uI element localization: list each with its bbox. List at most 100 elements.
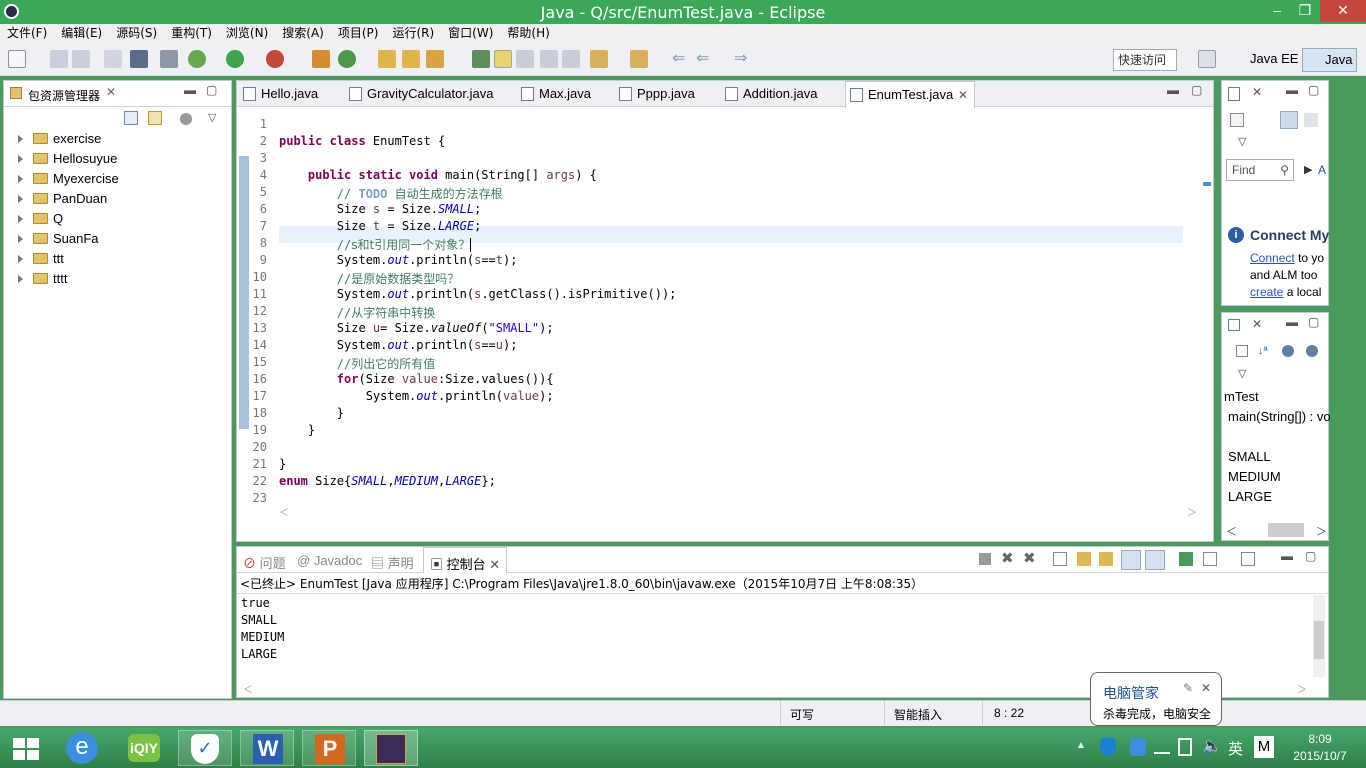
new-task-icon[interactable] bbox=[1230, 113, 1244, 127]
minimize-view-icon[interactable]: ▬ bbox=[1286, 83, 1298, 97]
view-menu-chevron-down-icon[interactable]: ▽ bbox=[1238, 135, 1246, 148]
tree-item-q[interactable]: Q bbox=[18, 209, 63, 229]
tree-item-myexercise[interactable]: Myexercise bbox=[18, 169, 119, 189]
sort-icon[interactable]: ↓ª bbox=[1258, 345, 1268, 357]
open-type-icon[interactable] bbox=[378, 50, 396, 68]
clear-console-icon[interactable] bbox=[1053, 552, 1067, 566]
guanjia-taskbar-button[interactable]: ✓ bbox=[178, 730, 232, 766]
collapse-all-icon[interactable] bbox=[1236, 345, 1248, 357]
qq-tray-icon[interactable] bbox=[1130, 738, 1146, 756]
close-button[interactable]: ✕ bbox=[1320, 0, 1366, 22]
remove-launch-icon[interactable]: ✖ bbox=[1001, 549, 1014, 567]
scroll-left-icon[interactable]: ＜ bbox=[279, 504, 289, 519]
new-java-project-icon[interactable] bbox=[312, 50, 330, 68]
console-output[interactable]: true SMALL MEDIUM LARGE bbox=[241, 595, 284, 663]
wrench-icon[interactable]: ✎ bbox=[1183, 681, 1193, 695]
scroll-right-icon[interactable]: ＞ bbox=[1316, 523, 1327, 539]
tab-javadoc[interactable]: @ Javadoc bbox=[297, 553, 362, 568]
hide-static-icon[interactable] bbox=[1306, 345, 1318, 357]
console-scrollbar[interactable] bbox=[1313, 595, 1325, 677]
find-input[interactable]: Find ⚲ bbox=[1226, 159, 1294, 181]
link-editor-icon[interactable] bbox=[148, 111, 162, 125]
open-console-icon[interactable] bbox=[1241, 552, 1255, 566]
maximize-view-icon[interactable]: ▢ bbox=[1308, 83, 1319, 97]
menu-file[interactable]: 文件(F) bbox=[0, 24, 54, 43]
show-on-stdout-icon[interactable] bbox=[1121, 550, 1141, 570]
editor-tab-gravitycalculator[interactable]: GravityCalculator.java bbox=[345, 81, 511, 107]
expand-arrow-icon[interactable] bbox=[18, 175, 23, 183]
arrow-right-icon[interactable]: ▶ bbox=[1304, 163, 1312, 176]
iqiyi-taskbar-button[interactable]: iQIY bbox=[118, 730, 172, 766]
scroll-right-icon[interactable]: ＞ bbox=[1297, 681, 1307, 696]
clock-time[interactable]: 8:09 bbox=[1290, 732, 1350, 746]
outline-class[interactable]: mTest bbox=[1224, 389, 1259, 404]
expand-arrow-icon[interactable] bbox=[18, 275, 23, 283]
close-tab-icon[interactable]: ✕ bbox=[489, 557, 500, 572]
eclipse-taskbar-button[interactable] bbox=[364, 730, 418, 766]
collapse-all-icon[interactable] bbox=[124, 111, 138, 125]
terminate-icon[interactable] bbox=[979, 553, 991, 565]
new-icon[interactable] bbox=[8, 50, 26, 68]
tree-item-hellosuyue[interactable]: Hellosuyue bbox=[18, 149, 117, 169]
focus-icon[interactable] bbox=[180, 113, 192, 125]
pin-console-icon[interactable] bbox=[1179, 552, 1193, 566]
categorized-icon[interactable] bbox=[1280, 111, 1298, 129]
maximize-view-icon[interactable]: ▢ bbox=[206, 83, 217, 97]
minimize-editor-icon[interactable]: ▬ bbox=[1167, 83, 1179, 97]
forward-icon[interactable]: ⇒ bbox=[734, 50, 752, 68]
open-task-icon[interactable] bbox=[402, 50, 420, 68]
tab-declaration[interactable]: ▤ 声明 bbox=[371, 553, 414, 572]
menu-source[interactable]: 源码(S) bbox=[109, 24, 164, 43]
connect-link[interactable]: Connect bbox=[1250, 251, 1295, 265]
tree-item-panduan[interactable]: PanDuan bbox=[18, 189, 107, 209]
outline-item-large[interactable]: LARGE bbox=[1228, 489, 1272, 504]
tree-item-exercise[interactable]: exercise bbox=[18, 129, 101, 149]
editor-tab-pppp[interactable]: Pppp.java bbox=[615, 81, 715, 107]
editor-tab-enumtest[interactable]: EnumTest.java ✕ bbox=[845, 81, 975, 108]
expand-arrow-icon[interactable] bbox=[18, 155, 23, 163]
scroll-lock-icon[interactable] bbox=[1077, 552, 1091, 566]
close-view-icon[interactable]: ✕ bbox=[1252, 85, 1262, 99]
clock-date[interactable]: 2015/10/7 bbox=[1286, 749, 1354, 763]
debug-icon[interactable] bbox=[188, 50, 206, 68]
minimize-button[interactable]: – bbox=[1262, 0, 1292, 22]
display-console-icon[interactable] bbox=[1203, 552, 1217, 566]
network-icon[interactable] bbox=[1154, 740, 1170, 754]
show-hidden-icons-icon[interactable]: ▲ bbox=[1076, 740, 1086, 751]
last-edit-icon[interactable]: ⇐ bbox=[672, 50, 690, 68]
maximize-view-icon[interactable]: ▢ bbox=[1305, 549, 1316, 563]
create-link[interactable]: create bbox=[1250, 285, 1283, 299]
guanjia-tray-icon[interactable] bbox=[1100, 738, 1116, 756]
editor-tab-hello[interactable]: Hello.java bbox=[239, 81, 339, 107]
powerpoint-taskbar-button[interactable]: P bbox=[302, 730, 356, 766]
battery-icon[interactable] bbox=[1178, 738, 1192, 756]
menu-refactor[interactable]: 重构(T) bbox=[164, 24, 219, 43]
tree-item-suanfa[interactable]: SuanFa bbox=[18, 229, 99, 249]
menu-window[interactable]: 窗口(W) bbox=[441, 24, 500, 43]
view-menu-chevron-down-icon[interactable]: ▽ bbox=[208, 111, 216, 124]
close-icon[interactable]: ✕ bbox=[1201, 681, 1211, 695]
expand-arrow-icon[interactable] bbox=[18, 255, 23, 263]
search-icon[interactable] bbox=[426, 50, 444, 68]
scroll-right-icon[interactable]: ＞ bbox=[1187, 504, 1197, 519]
new-class-icon[interactable] bbox=[338, 50, 356, 68]
notification-popup[interactable]: 电脑管家 ✎ ✕ 杀毒完成，电脑安全 bbox=[1090, 672, 1222, 726]
close-tab-icon[interactable]: ✕ bbox=[958, 82, 968, 108]
quick-access-input[interactable]: 快速访问 bbox=[1113, 49, 1177, 71]
scroll-left-icon[interactable]: ＜ bbox=[243, 681, 253, 696]
show-whitespace-icon[interactable] bbox=[540, 50, 558, 68]
save-all-icon[interactable] bbox=[72, 50, 90, 68]
block-select-icon[interactable] bbox=[516, 50, 534, 68]
ime-indicator[interactable]: 英 bbox=[1228, 738, 1243, 759]
scroll-left-icon[interactable]: ＜ bbox=[1226, 523, 1237, 539]
tree-item-ttt[interactable]: ttt bbox=[18, 249, 64, 269]
hide-fields-icon[interactable] bbox=[1282, 345, 1294, 357]
prev-annotation-icon[interactable] bbox=[630, 50, 648, 68]
view-menu-chevron-down-icon[interactable]: ▽ bbox=[1238, 367, 1246, 380]
editor-tab-addition[interactable]: Addition.java bbox=[721, 81, 841, 107]
open-perspective-icon[interactable] bbox=[1198, 50, 1216, 68]
all-filter-link[interactable]: A bbox=[1318, 163, 1326, 177]
save-icon[interactable] bbox=[50, 50, 68, 68]
annotation-icon[interactable] bbox=[472, 50, 490, 68]
show-on-stderr-icon[interactable] bbox=[1145, 550, 1165, 570]
